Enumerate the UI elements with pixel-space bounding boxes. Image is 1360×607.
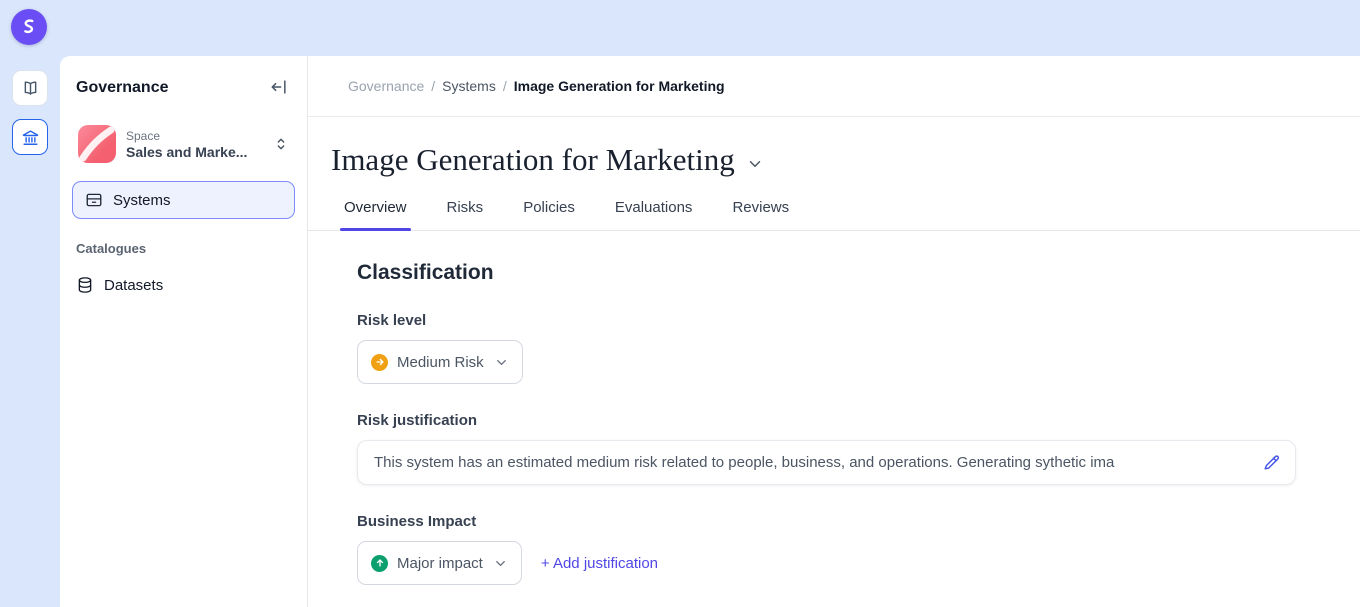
tab-overview[interactable]: Overview: [344, 199, 407, 230]
title-chevron-down-icon[interactable]: [746, 155, 764, 173]
risk-level-select[interactable]: Medium Risk: [357, 340, 523, 384]
medium-risk-badge-icon: [371, 354, 388, 371]
app-logo[interactable]: [11, 9, 47, 45]
space-eyebrow: Space: [126, 129, 263, 143]
breadcrumb-systems[interactable]: Systems: [442, 78, 496, 94]
sidebar: Governance Space Sales and Marke...: [60, 56, 308, 607]
risk-justification-box: This system has an estimated medium risk…: [357, 440, 1296, 485]
breadcrumb-governance[interactable]: Governance: [348, 78, 424, 94]
breadcrumb: Governance / Systems / Image Generation …: [308, 56, 1360, 117]
risk-justification-label: Risk justification: [357, 412, 1296, 429]
brand-glyph-icon: [18, 16, 40, 38]
breadcrumb-separator: /: [431, 78, 435, 94]
bank-icon: [21, 128, 40, 147]
sidebar-item-label: Systems: [113, 192, 171, 209]
systems-icon: [85, 191, 103, 209]
sidebar-item-datasets[interactable]: Datasets: [60, 268, 307, 302]
major-impact-badge-icon: [371, 555, 388, 572]
page-title: Image Generation for Marketing: [331, 142, 735, 178]
space-avatar: [78, 125, 116, 163]
book-icon: [21, 79, 40, 98]
sidebar-item-label: Datasets: [104, 277, 163, 294]
edit-pencil-icon[interactable]: [1262, 453, 1281, 472]
tab-risks[interactable]: Risks: [447, 199, 484, 230]
space-switcher[interactable]: Space Sales and Marke...: [72, 119, 295, 169]
risk-level-label: Risk level: [357, 312, 1296, 329]
icon-rail: [0, 56, 60, 607]
rail-item-library[interactable]: [12, 70, 48, 106]
space-name: Sales and Marke...: [126, 144, 263, 160]
business-impact-label: Business Impact: [357, 513, 1296, 530]
sidebar-item-systems[interactable]: Systems: [72, 181, 295, 219]
collapse-sidebar-icon[interactable]: [269, 77, 291, 99]
breadcrumb-current: Image Generation for Marketing: [514, 78, 725, 94]
unfold-icon: [273, 136, 289, 152]
risk-level-value: Medium Risk: [397, 354, 484, 371]
business-impact-select[interactable]: Major impact: [357, 541, 522, 585]
add-justification-link[interactable]: + Add justification: [541, 555, 658, 572]
business-impact-value: Major impact: [397, 555, 483, 572]
sidebar-section-catalogues: Catalogues: [76, 241, 291, 256]
section-heading: Classification: [357, 261, 1296, 285]
database-icon: [76, 276, 94, 294]
tab-reviews[interactable]: Reviews: [732, 199, 789, 230]
chevron-down-icon: [494, 355, 509, 370]
tab-bar: Overview Risks Policies Evaluations Revi…: [308, 178, 1360, 231]
tab-policies[interactable]: Policies: [523, 199, 575, 230]
risk-justification-text: This system has an estimated medium risk…: [374, 454, 1250, 471]
main-panel: Governance / Systems / Image Generation …: [308, 56, 1360, 607]
breadcrumb-separator: /: [503, 78, 507, 94]
rail-item-governance[interactable]: [12, 119, 48, 155]
sidebar-title: Governance: [76, 79, 168, 97]
classification-section: Classification Risk level Medium Risk Ri…: [308, 231, 1360, 585]
chevron-down-icon: [493, 556, 508, 571]
tab-evaluations[interactable]: Evaluations: [615, 199, 693, 230]
